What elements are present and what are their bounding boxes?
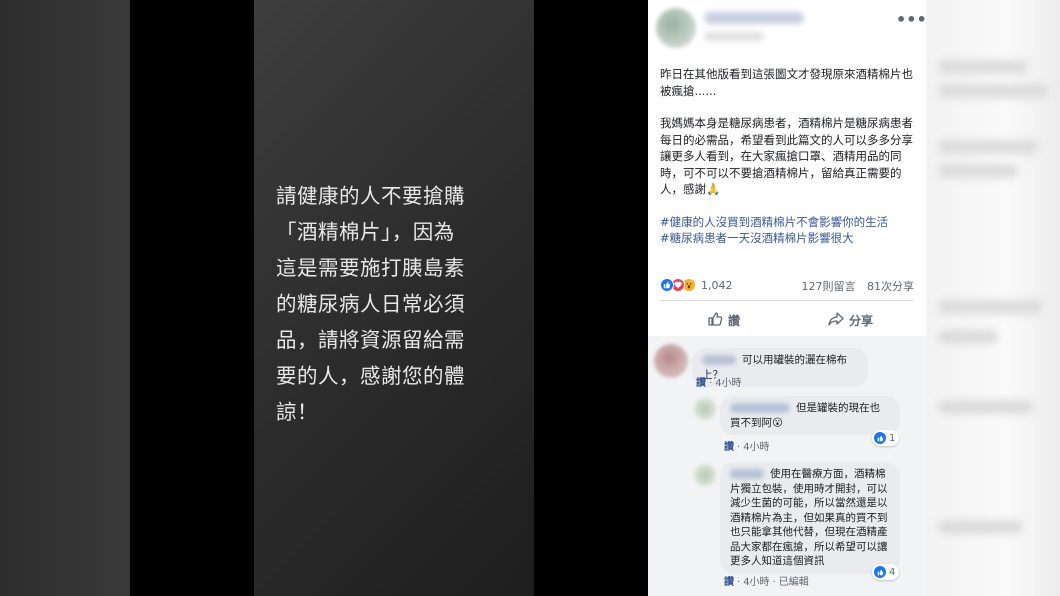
reaction-summary[interactable]: 1,042 bbox=[660, 276, 733, 294]
commenter-avatar[interactable] bbox=[694, 398, 716, 420]
reaction-count: 1,042 bbox=[701, 278, 733, 292]
commenter-avatar[interactable] bbox=[654, 344, 688, 378]
comment-bubble: 使用在醫療方面，酒精棉片獨立包裝，使用時才開封，可以減少生菌的可能，所以當然還是… bbox=[720, 462, 900, 574]
comment-edited-label[interactable]: 已編輯 bbox=[779, 577, 809, 588]
comment-time[interactable]: 4小時 bbox=[715, 378, 741, 389]
comment-meta: 讚 · 4小時 · 已編輯 bbox=[724, 577, 809, 588]
blurred-background-right bbox=[926, 0, 1060, 596]
hashtag-link-1[interactable]: #健康的人沒買到酒精棉片不會影響你的生活 bbox=[660, 214, 916, 231]
post-text-intro: 昨日在其他版看到這張圖文才發現原來酒精棉片也被瘋搶...... bbox=[660, 67, 913, 98]
post-stats: 127則留言 81次分享 bbox=[794, 278, 915, 294]
post-actions: 讚 分享 bbox=[660, 306, 914, 334]
photo-text: 請健康的人不要搶購 「酒精棉片」，因為 這是需要施打胰島素 的糖尿病人日常必須 … bbox=[276, 184, 465, 424]
like-reaction-icon bbox=[874, 566, 886, 578]
comment-like-count: 1 bbox=[889, 432, 896, 444]
author-avatar[interactable] bbox=[656, 8, 696, 48]
comments-section: 可以用罐裝的灑在棉布上？ 讚 · 4小時 但是罐裝的現在也買不到阿😮 1 讚 · 4小時… bbox=[648, 336, 926, 596]
post-body: 昨日在其他版看到這張圖文才發現原來酒精棉片也被瘋搶...... 我媽媽本身是糖尿… bbox=[660, 66, 916, 247]
post-header: ••• bbox=[648, 0, 927, 60]
blurred-background-left bbox=[0, 0, 130, 596]
comment-like-link[interactable]: 讚 bbox=[724, 577, 734, 588]
comment-like-badge[interactable]: 1 bbox=[872, 430, 900, 446]
commenter-name-redacted[interactable] bbox=[702, 355, 736, 365]
like-reaction-icon bbox=[874, 432, 886, 444]
post-time-redacted bbox=[704, 32, 764, 41]
comment-bubble: 但是罐裝的現在也買不到阿😮 bbox=[720, 396, 900, 435]
commenter-name-redacted[interactable] bbox=[730, 469, 764, 479]
comment-time[interactable]: 4小時 bbox=[743, 442, 769, 453]
post-panel: ••• 昨日在其他版看到這張圖文才發現原來酒精棉片也被瘋搶...... 我媽媽本… bbox=[648, 0, 927, 596]
like-reaction-icon bbox=[660, 278, 674, 292]
share-arrow-icon bbox=[828, 311, 849, 330]
hashtag-link-2[interactable]: #糖尿病患者一天沒酒精棉片影響很大 bbox=[660, 230, 916, 247]
author-name-redacted[interactable] bbox=[704, 12, 804, 24]
comment-meta: 讚 · 4小時 bbox=[696, 378, 742, 389]
comment-like-link[interactable]: 讚 bbox=[724, 442, 734, 453]
post-text-main: 我媽媽本身是糖尿病患者，酒精棉片是糖尿病患者每日的必需品，希望看到此篇文的人可以… bbox=[660, 116, 913, 196]
comment-meta: 讚 · 4小時 bbox=[724, 442, 770, 453]
comment-time[interactable]: 4小時 bbox=[743, 577, 769, 588]
shares-count-link[interactable]: 81次分享 bbox=[867, 280, 914, 293]
comment-text: 使用在醫療方面，酒精棉片獨立包裝，使用時才開封，可以減少生菌的可能，所以當然還是… bbox=[730, 468, 888, 567]
commenter-avatar[interactable] bbox=[694, 464, 716, 486]
share-button-label: 分享 bbox=[848, 313, 873, 328]
comment-like-count: 4 bbox=[889, 566, 896, 578]
comment-like-link[interactable]: 讚 bbox=[696, 378, 706, 389]
like-button-label: 讚 bbox=[727, 313, 740, 328]
comments-count-link[interactable]: 127則留言 bbox=[802, 280, 856, 293]
thumbs-up-icon bbox=[707, 311, 728, 330]
commenter-name-redacted[interactable] bbox=[730, 403, 790, 413]
photo-viewer: 請健康的人不要搶購 「酒精棉片」，因為 這是需要施打胰島素 的糖尿病人日常必須 … bbox=[130, 0, 648, 596]
more-dots-icon[interactable]: ••• bbox=[896, 12, 927, 28]
like-button[interactable]: 讚 bbox=[660, 306, 787, 334]
post-photo[interactable]: 請健康的人不要搶購 「酒精棉片」，因為 這是需要施打胰島素 的糖尿病人日常必須 … bbox=[254, 0, 534, 596]
share-button[interactable]: 分享 bbox=[787, 306, 914, 334]
comment-like-badge[interactable]: 4 bbox=[872, 564, 900, 580]
divider bbox=[660, 300, 914, 301]
